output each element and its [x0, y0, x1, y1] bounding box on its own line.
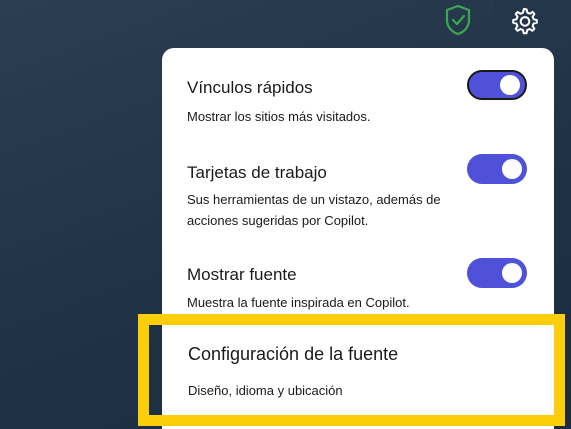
highlight-box — [138, 314, 565, 426]
work-cards-toggle[interactable] — [467, 154, 527, 184]
quick-links-description: Mostrar los sitios más visitados. — [187, 109, 371, 124]
work-cards-description: Sus herramientas de un vistazo, además d… — [187, 192, 441, 228]
toggle-knob — [500, 75, 520, 95]
quick-links-title: Vínculos rápidos — [187, 78, 313, 97]
feed-settings-link[interactable]: Configuración de la fuente — [188, 344, 398, 365]
show-feed-description: Muestra la fuente inspirada en Copilot. — [187, 295, 410, 310]
feed-settings-description: Diseño, idioma y ubicación — [188, 383, 343, 398]
work-cards-title: Tarjetas de trabajo — [187, 163, 327, 182]
show-feed-title: Mostrar fuente — [187, 265, 297, 284]
toggle-knob — [502, 159, 522, 179]
gear-icon — [509, 6, 539, 41]
settings-button[interactable] — [494, 0, 554, 46]
show-feed-toggle[interactable] — [467, 258, 527, 288]
toggle-knob — [502, 263, 522, 283]
shield-check-icon[interactable] — [442, 3, 474, 37]
quick-links-toggle[interactable] — [467, 70, 527, 100]
